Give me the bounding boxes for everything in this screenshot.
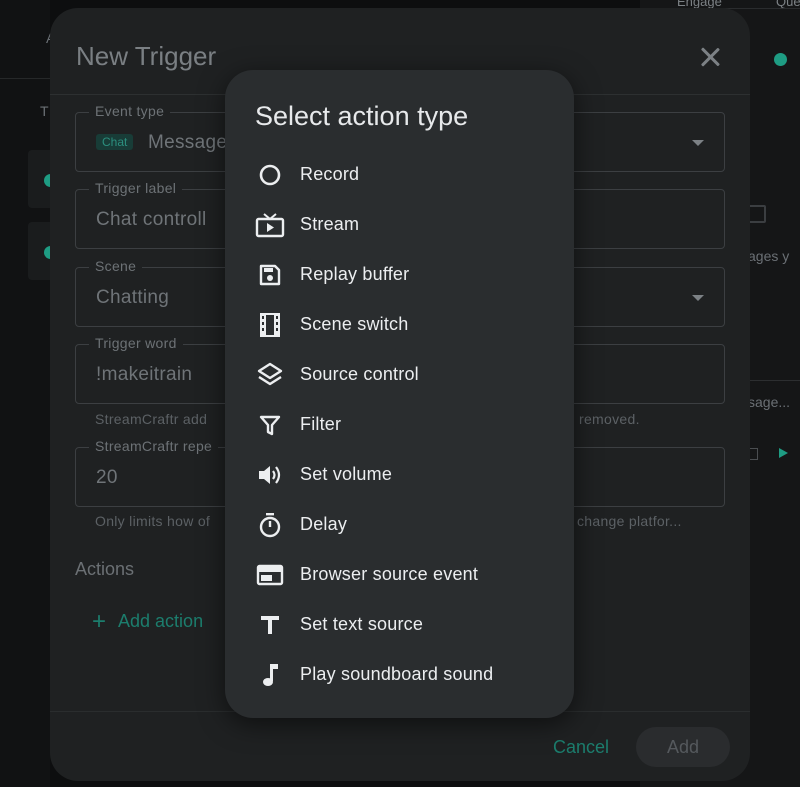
menu-item-replay-buffer[interactable]: Replay buffer	[225, 250, 574, 300]
menu-item-label: Scene switch	[300, 314, 409, 334]
dropdown-arrow-icon	[692, 140, 704, 146]
field-value: Chat controll	[96, 209, 207, 230]
layers-icon	[255, 362, 285, 388]
menu-item-label: Replay buffer	[300, 264, 410, 284]
repeat-helper-text: Only limits how of	[95, 513, 211, 529]
cancel-button[interactable]: Cancel	[553, 737, 609, 758]
background-divider	[748, 380, 800, 381]
menu-item-label: Stream	[300, 214, 360, 234]
save-icon	[255, 262, 285, 288]
menu-item-label: Browser source event	[300, 564, 479, 584]
event-category-chip: Chat	[96, 134, 134, 150]
plus-icon: +	[92, 607, 107, 635]
action-type-menu: Record Stream Replay buffer Scene switch…	[225, 150, 574, 700]
background-status-dot	[774, 53, 787, 66]
background-play-icon[interactable]	[779, 448, 788, 458]
menu-item-delay[interactable]: Delay	[225, 500, 574, 550]
menu-item-set-text-source[interactable]: Set text source	[225, 600, 574, 650]
music-note-icon	[255, 662, 285, 688]
menu-item-label: Filter	[300, 414, 342, 434]
menu-item-record[interactable]: Record	[225, 150, 574, 200]
background-message-input[interactable]: sage...	[748, 394, 790, 410]
menu-item-label: Set text source	[300, 614, 424, 634]
field-label: Event type	[89, 103, 171, 119]
background-divider	[0, 78, 50, 79]
menu-item-play-soundboard-sound[interactable]: Play soundboard sound	[225, 650, 574, 700]
actions-heading: Actions	[75, 559, 135, 579]
select-action-type-popup: Select action type Record Stream Replay …	[225, 70, 574, 718]
timer-icon	[255, 512, 285, 538]
text-icon	[255, 612, 285, 638]
menu-item-label: Delay	[300, 514, 348, 534]
background-text-fragment: T	[40, 103, 49, 119]
record-icon	[255, 162, 285, 188]
popup-title: Select action type	[255, 101, 469, 131]
menu-item-scene-switch[interactable]: Scene switch	[225, 300, 574, 350]
menu-item-set-volume[interactable]: Set volume	[225, 450, 574, 500]
menu-item-label: Set volume	[300, 464, 393, 484]
field-value: Chatting	[96, 287, 170, 308]
menu-item-stream[interactable]: Stream	[225, 200, 574, 250]
background-checkbox[interactable]	[748, 205, 766, 223]
menu-item-filter[interactable]: Filter	[225, 400, 574, 450]
close-icon[interactable]	[700, 47, 720, 67]
menu-item-source-control[interactable]: Source control	[225, 350, 574, 400]
menu-item-label: Record	[300, 164, 360, 184]
field-value: Message	[148, 132, 228, 153]
background-text-fragment: ages y	[748, 248, 790, 264]
menu-item-label: Play soundboard sound	[300, 664, 494, 684]
field-label: Trigger word	[89, 335, 183, 351]
volume-icon	[255, 462, 285, 488]
funnel-icon	[255, 412, 285, 438]
repeat-helper-text: change platfor...	[577, 513, 682, 529]
field-label: Trigger label	[89, 180, 183, 196]
film-icon	[255, 312, 285, 338]
menu-item-browser-source-event[interactable]: Browser source event	[225, 550, 574, 600]
dialog-title: New Trigger	[76, 41, 217, 71]
field-label: Scene	[89, 258, 143, 274]
field-value: !makeitrain	[96, 364, 193, 385]
add-action-button[interactable]: + Add action	[92, 607, 204, 635]
browser-icon	[255, 562, 285, 588]
trigger-word-helper-text: StreamCraftr add	[95, 411, 208, 427]
tv-play-icon	[255, 212, 285, 238]
field-value: 20	[96, 467, 118, 488]
trigger-word-helper-text: removed.	[579, 411, 640, 427]
dropdown-arrow-icon	[692, 295, 704, 301]
field-label: StreamCraftr repe	[89, 438, 219, 454]
add-button[interactable]: Add	[636, 727, 730, 767]
add-action-label: Add action	[118, 611, 204, 631]
menu-item-label: Source control	[300, 364, 419, 384]
